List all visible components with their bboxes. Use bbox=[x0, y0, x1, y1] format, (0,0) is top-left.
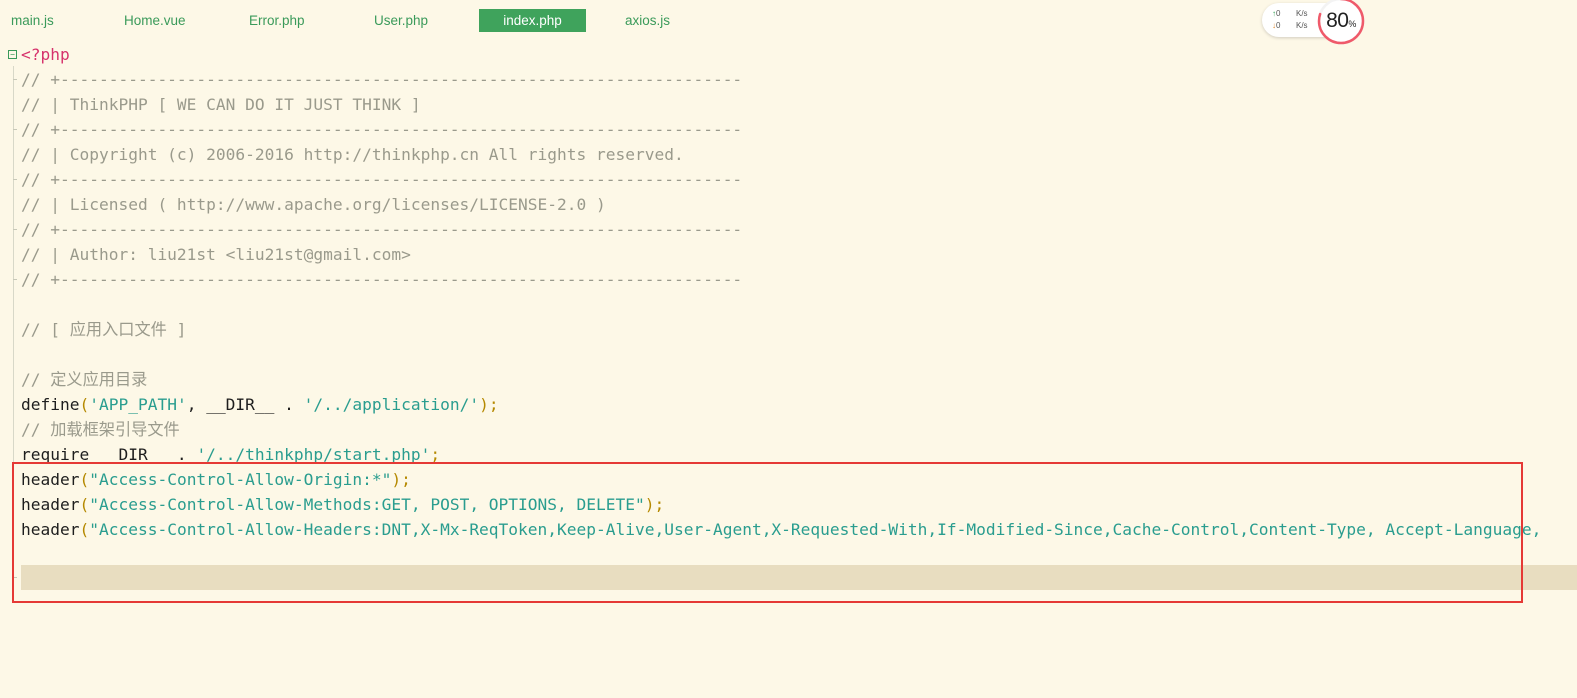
tab-error-php[interactable]: Error.php bbox=[249, 9, 305, 32]
tab-axios-js[interactable]: axios.js bbox=[625, 9, 670, 32]
comment: // +------------------------------------… bbox=[21, 270, 743, 289]
comment: // | Copyright (c) 2006-2016 http://thin… bbox=[21, 145, 684, 164]
code-line-6: // +------------------------------------… bbox=[21, 167, 742, 192]
code-line-16: // 加载框架引导文件 bbox=[21, 417, 180, 442]
tab-main-js[interactable]: main.js bbox=[11, 9, 54, 32]
code-line-2: // +------------------------------------… bbox=[21, 67, 742, 92]
comment: // 加载框架引导文件 bbox=[21, 420, 180, 439]
code-line-15: define('APP_PATH', __DIR__ . '/../applic… bbox=[21, 392, 499, 417]
comment: // | ThinkPHP [ WE CAN DO IT JUST THINK … bbox=[21, 95, 421, 114]
code-line-5: // | Copyright (c) 2006-2016 http://thin… bbox=[21, 142, 684, 167]
comment: // 定义应用目录 bbox=[21, 370, 148, 389]
string-literal: '/../application/' bbox=[303, 395, 480, 414]
fold-toggle-icon[interactable]: − bbox=[8, 50, 17, 59]
network-speed-widget[interactable]: ↑0 K/s ↓0 K/s 80% bbox=[1262, 0, 1368, 45]
tab-user-php[interactable]: User.php bbox=[374, 9, 428, 32]
code-line-3: // | ThinkPHP [ WE CAN DO IT JUST THINK … bbox=[21, 92, 421, 117]
php-open-tag: <?php bbox=[21, 45, 70, 64]
download-speed-unit: K/s bbox=[1296, 21, 1308, 30]
code-line-1: <?php bbox=[21, 42, 70, 67]
comment: // [ 应用入口文件 ] bbox=[21, 320, 187, 339]
paren: ( bbox=[79, 395, 90, 414]
code-line-9: // | Author: liu21st <liu21st@gmail.com> bbox=[21, 242, 411, 267]
comment: // | Licensed ( http://www.apache.org/li… bbox=[21, 195, 606, 214]
tab-index-php[interactable]: index.php bbox=[479, 9, 586, 32]
comment: // | Author: liu21st <liu21st@gmail.com> bbox=[21, 245, 411, 264]
comment: // +------------------------------------… bbox=[21, 70, 743, 89]
usage-value: 80 bbox=[1326, 9, 1349, 32]
gutter-marker bbox=[13, 129, 17, 130]
code-line-4: // +------------------------------------… bbox=[21, 117, 742, 142]
memory-usage-gauge[interactable]: 80% bbox=[1316, 0, 1366, 46]
code-line-12: // [ 应用入口文件 ] bbox=[21, 317, 186, 342]
code-line-14: // 定义应用目录 bbox=[21, 367, 147, 392]
comment: // +------------------------------------… bbox=[21, 220, 743, 239]
code-line-8: // +------------------------------------… bbox=[21, 217, 742, 242]
gutter-marker bbox=[13, 179, 17, 180]
download-speed: ↓0 K/s bbox=[1272, 21, 1308, 30]
paren: ); bbox=[479, 395, 499, 414]
tab-home-vue[interactable]: Home.vue bbox=[124, 9, 186, 32]
upload-speed: ↑0 K/s bbox=[1272, 9, 1308, 18]
usage-unit: % bbox=[1348, 19, 1356, 29]
comment: // +------------------------------------… bbox=[21, 120, 743, 139]
upload-speed-unit: K/s bbox=[1296, 9, 1308, 18]
gutter-marker bbox=[13, 79, 17, 80]
download-speed-value: 0 bbox=[1276, 21, 1281, 30]
function-name: define bbox=[21, 395, 80, 414]
code-text: , __DIR__ . bbox=[186, 395, 304, 414]
string-literal: 'APP_PATH' bbox=[89, 395, 187, 414]
code-line-7: // | Licensed ( http://www.apache.org/li… bbox=[21, 192, 606, 217]
usage-percent-text: 80% bbox=[1316, 0, 1366, 46]
code-editor[interactable]: − <?php // +----------------------------… bbox=[0, 42, 1577, 642]
code-line-10: // +------------------------------------… bbox=[21, 267, 742, 292]
red-annotation-box bbox=[12, 462, 1523, 603]
gutter-marker bbox=[13, 229, 17, 230]
gutter-marker bbox=[13, 279, 17, 280]
comment: // +------------------------------------… bbox=[21, 170, 743, 189]
upload-speed-value: 0 bbox=[1276, 9, 1281, 18]
